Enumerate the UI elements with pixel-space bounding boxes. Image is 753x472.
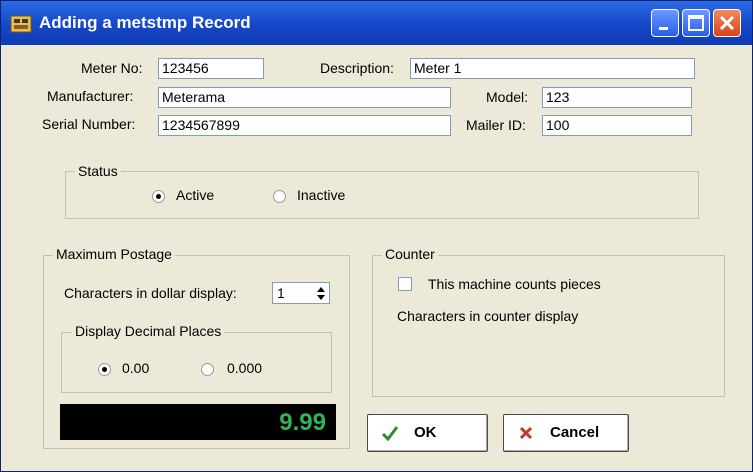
serial-number-field[interactable]: 1234567899 [158,115,451,136]
description-field[interactable]: Meter 1 [410,58,695,79]
x-icon [519,426,533,440]
dollar-display-chars-label: Characters in dollar display: [64,285,237,301]
postage-display-value: 9.99 [279,409,326,436]
counter-display-chars-label: Characters in counter display [397,308,579,324]
cancel-button[interactable]: Cancel [503,414,629,452]
decimal-2-label[interactable]: 0.00 [122,360,149,376]
window-title: Adding a metstmp Record [39,13,251,32]
cancel-button-label: Cancel [550,424,600,441]
counts-pieces-label[interactable]: This machine counts pieces [428,276,601,292]
mailer-id-field[interactable]: 100 [542,115,692,136]
manufacturer-field[interactable]: Meterama [158,87,451,108]
maximum-postage-title: Maximum Postage [53,246,175,262]
manufacturer-label: Manufacturer: [47,88,134,104]
checkmark-icon [381,426,399,442]
meter-no-field[interactable]: 123456 [158,58,264,79]
minimize-icon [659,27,668,30]
title-bar[interactable]: Adding a metstmp Record [1,1,752,45]
minimize-button[interactable] [651,9,679,37]
ok-button-label: OK [414,424,437,441]
dollar-display-chars-value: 1 [277,285,285,301]
decimal-2-radio[interactable] [98,363,111,376]
decimal-places-title: Display Decimal Places [72,323,225,339]
dialog-window: Adding a metstmp Record Meter No: 123456… [0,0,753,472]
maximize-button[interactable] [682,9,710,37]
meter-app-icon [10,15,32,33]
counter-title: Counter [382,246,438,262]
counts-pieces-checkbox[interactable] [398,277,412,291]
mailer-id-label: Mailer ID: [466,117,526,133]
ok-button[interactable]: OK [367,414,488,452]
status-inactive-label[interactable]: Inactive [297,187,345,203]
close-icon [719,15,735,31]
decimal-3-label[interactable]: 0.000 [227,360,262,376]
description-label: Description: [320,60,394,76]
spinner-arrows-icon[interactable] [315,285,327,302]
model-label: Model: [486,89,529,105]
status-active-radio[interactable] [152,190,165,203]
meter-no-label: Meter No: [81,60,143,76]
status-group-title: Status [75,163,121,179]
serial-number-label: Serial Number: [42,116,136,132]
postage-display: 9.99 [60,404,336,440]
status-active-label[interactable]: Active [176,187,214,203]
status-inactive-radio[interactable] [273,190,286,203]
close-button[interactable] [713,9,741,37]
dollar-display-chars-spinner[interactable]: 1 [272,282,330,304]
maximize-icon [688,15,704,31]
decimal-3-radio[interactable] [201,363,214,376]
model-field[interactable]: 123 [542,87,692,108]
